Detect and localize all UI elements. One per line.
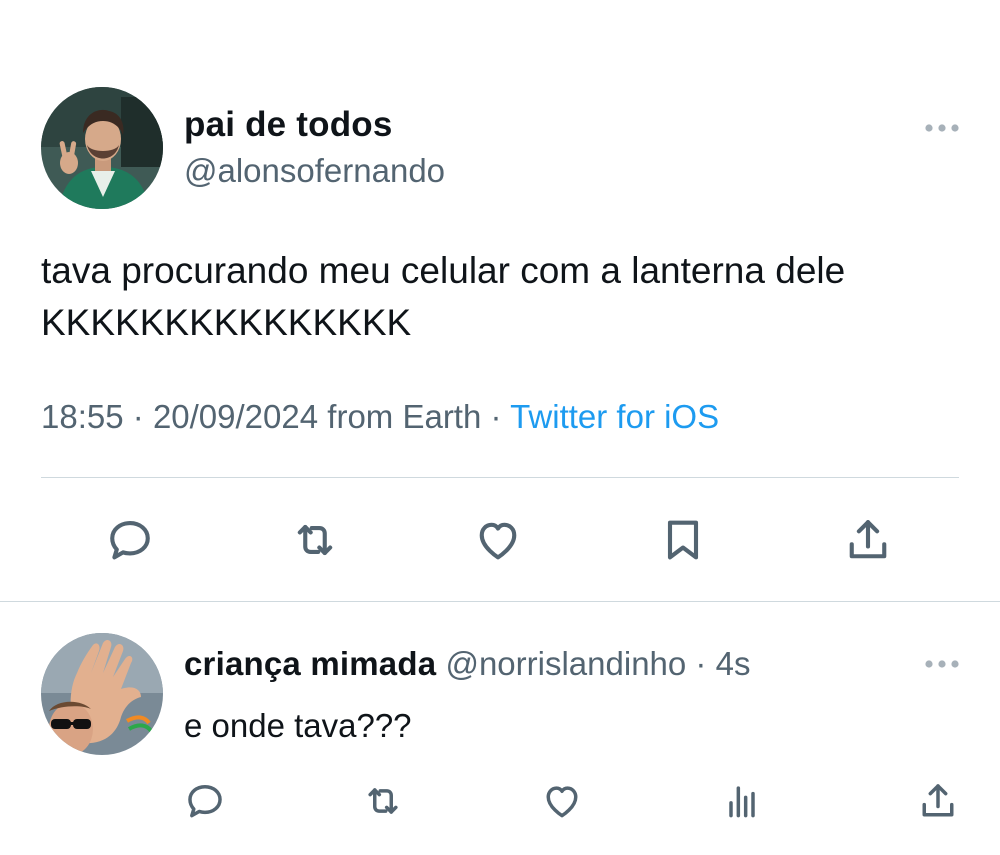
tweet-metadata: 18:55 · 20/09/2024 from Earth · Twitter … bbox=[41, 398, 719, 436]
more-options-icon[interactable] bbox=[922, 120, 962, 136]
retweet-icon[interactable] bbox=[361, 779, 405, 823]
bookmark-icon[interactable] bbox=[657, 514, 709, 566]
views-icon[interactable] bbox=[720, 779, 764, 823]
more-options-icon[interactable] bbox=[922, 656, 962, 672]
tweet-date[interactable]: 20/09/2024 bbox=[153, 398, 318, 435]
reply-header: criança mimada @norrislandinho · 4s bbox=[184, 645, 750, 683]
retweet-icon[interactable] bbox=[289, 514, 341, 566]
avatar-photo bbox=[41, 633, 163, 755]
reply-author-avatar[interactable] bbox=[41, 633, 163, 755]
reply-timestamp[interactable]: 4s bbox=[716, 645, 751, 682]
tweet-time[interactable]: 18:55 bbox=[41, 398, 124, 435]
divider bbox=[41, 477, 959, 478]
separator: · bbox=[490, 398, 502, 435]
reply-icon[interactable] bbox=[104, 514, 156, 566]
author-avatar[interactable] bbox=[41, 87, 163, 209]
reply-icon[interactable] bbox=[183, 779, 227, 823]
like-icon[interactable] bbox=[472, 514, 524, 566]
author-display-name[interactable]: pai de todos bbox=[184, 105, 393, 145]
reply-text: e onde tava??? bbox=[184, 707, 412, 744]
tweet-text: tava procurando meu celular com a lanter… bbox=[41, 250, 846, 343]
like-icon[interactable] bbox=[540, 779, 584, 823]
tweet-source-link[interactable]: Twitter for iOS bbox=[510, 398, 719, 435]
reply-author-display-name[interactable]: criança mimada bbox=[184, 645, 436, 682]
avatar-photo bbox=[41, 87, 163, 209]
separator: · bbox=[695, 645, 707, 682]
divider bbox=[0, 601, 1000, 602]
author-handle[interactable]: @alonsofernando bbox=[184, 152, 445, 190]
reply-author-handle[interactable]: @norrislandinho bbox=[445, 645, 686, 682]
separator: · bbox=[132, 398, 144, 435]
share-icon[interactable] bbox=[916, 779, 960, 823]
share-icon[interactable] bbox=[842, 514, 894, 566]
tweet-location: from Earth bbox=[327, 398, 482, 435]
